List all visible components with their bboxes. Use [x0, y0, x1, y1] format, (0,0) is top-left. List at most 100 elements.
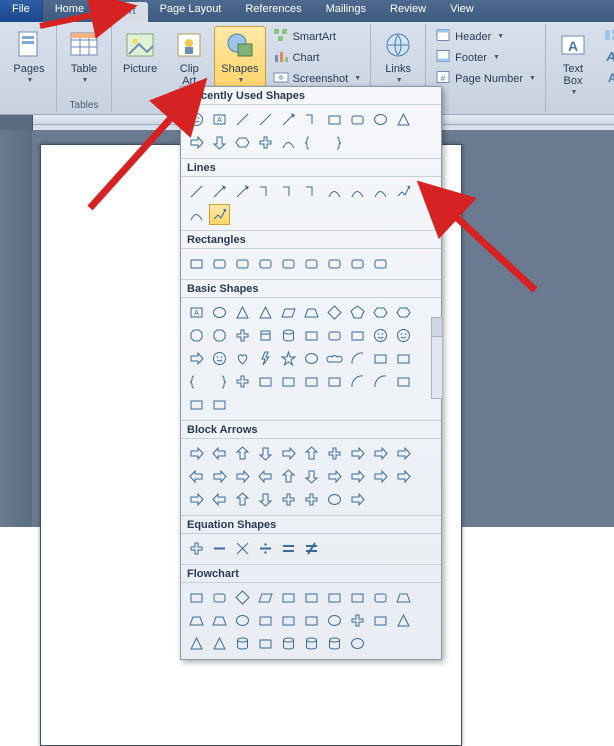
shape-magnetic[interactable] [301, 633, 322, 654]
shape-elbow[interactable] [301, 109, 322, 130]
shape-left[interactable] [209, 443, 230, 464]
shape-curve-double[interactable] [370, 181, 391, 202]
table-button[interactable]: Table ▼ [61, 26, 107, 87]
shape-line-double[interactable] [232, 181, 253, 202]
shape-donut[interactable] [370, 325, 391, 346]
shape-or[interactable] [347, 610, 368, 631]
tab-review[interactable]: Review [378, 0, 438, 22]
shape-plus[interactable] [255, 132, 276, 153]
shape-collate[interactable] [370, 610, 391, 631]
shape-curveleft[interactable] [255, 466, 276, 487]
shape-diamond[interactable] [324, 302, 345, 323]
shape-cloud[interactable] [324, 348, 345, 369]
shape-ellipse[interactable] [209, 302, 230, 323]
shape-callout-d[interactable] [255, 489, 276, 510]
shape-sun[interactable] [278, 348, 299, 369]
shape-manual-input[interactable] [186, 610, 207, 631]
shape-line-arrow[interactable] [209, 181, 230, 202]
shape-scribble[interactable] [186, 204, 207, 225]
shape-preparation[interactable] [393, 587, 414, 608]
shape-snipdiag[interactable] [278, 253, 299, 274]
shape-pentagon-arrow[interactable] [370, 466, 391, 487]
shape-terminator[interactable] [370, 587, 391, 608]
shape-equals[interactable] [278, 538, 299, 559]
shape-process[interactable] [186, 587, 207, 608]
shape-rect[interactable] [324, 109, 345, 130]
shape-smiley[interactable] [209, 348, 230, 369]
shape-sort[interactable] [393, 610, 414, 631]
dropcap-button[interactable]: A Drop Cap ▼ [598, 68, 614, 89]
shape-arc[interactable] [278, 132, 299, 153]
shape-decision[interactable] [232, 587, 253, 608]
tab-view[interactable]: View [438, 0, 486, 22]
shape-line[interactable] [232, 109, 253, 130]
shape-curvedown[interactable] [301, 466, 322, 487]
shape-arrow[interactable] [278, 109, 299, 130]
shape-decagon[interactable] [209, 325, 230, 346]
shape-lightning[interactable] [255, 348, 276, 369]
shape-manual-op[interactable] [209, 610, 230, 631]
shape-brace-r[interactable] [324, 132, 345, 153]
shape-callout-u[interactable] [232, 489, 253, 510]
shape-document[interactable] [324, 587, 345, 608]
page-number-button[interactable]: # Page Number ▼ [430, 68, 541, 89]
shape-roundrect[interactable] [209, 253, 230, 274]
shape-brace-l[interactable] [301, 132, 322, 153]
shape-leftrightup[interactable] [347, 443, 368, 464]
shape-textbox[interactable]: A [186, 302, 207, 323]
shape-callout-r[interactable] [186, 489, 207, 510]
shape-curveup[interactable] [278, 466, 299, 487]
shape-pentagon[interactable] [347, 302, 368, 323]
shape-updown[interactable] [301, 443, 322, 464]
shape-delay[interactable] [255, 633, 276, 654]
shape-elbow[interactable] [255, 181, 276, 202]
pages-button[interactable]: Pages ▼ [6, 26, 52, 87]
smartart-button[interactable]: SmartArt [268, 26, 367, 47]
shape-leftup[interactable] [186, 466, 207, 487]
shape-folded[interactable] [347, 325, 368, 346]
shape-cube[interactable] [301, 325, 322, 346]
shape-circular[interactable] [324, 489, 345, 510]
shape-frame[interactable] [255, 371, 276, 392]
shape-smiley[interactable] [186, 109, 207, 130]
shape-rect[interactable] [186, 253, 207, 274]
shape-corner[interactable] [209, 394, 230, 415]
shape-freeform[interactable] [393, 181, 414, 202]
links-button[interactable]: Links ▼ [375, 26, 421, 87]
shape-halfframe[interactable] [278, 371, 299, 392]
shape-multiply[interactable] [232, 538, 253, 559]
shape-summing[interactable] [324, 610, 345, 631]
tab-references[interactable]: References [233, 0, 313, 22]
shape-data[interactable] [255, 587, 276, 608]
tab-file[interactable]: File [0, 0, 43, 22]
shape-blockarc[interactable] [186, 348, 207, 369]
shape-can[interactable] [255, 325, 276, 346]
shape-predef[interactable] [278, 587, 299, 608]
tab-insert[interactable]: Insert [96, 2, 148, 22]
shape-right[interactable] [186, 443, 207, 464]
shape-lshape[interactable] [301, 371, 322, 392]
shape-moon[interactable] [301, 348, 322, 369]
shape-direct[interactable] [324, 633, 345, 654]
shape-extract[interactable] [186, 633, 207, 654]
shape-line-2[interactable] [255, 109, 276, 130]
shape-callout-l[interactable] [209, 489, 230, 510]
shape-swoosh[interactable] [347, 489, 368, 510]
shape-leftright[interactable] [278, 443, 299, 464]
shape-connector[interactable] [232, 610, 253, 631]
shape-notched[interactable] [347, 466, 368, 487]
shape-down[interactable] [255, 443, 276, 464]
shape-octagon[interactable] [186, 325, 207, 346]
shape-divide[interactable] [255, 538, 276, 559]
shape-heart[interactable] [232, 348, 253, 369]
shape-textbox[interactable]: A [209, 109, 230, 130]
shape-cylinder[interactable] [278, 325, 299, 346]
shape-elbow-double[interactable] [301, 181, 322, 202]
shape-display[interactable] [347, 633, 368, 654]
shape-bracket-r[interactable] [393, 348, 414, 369]
shape-triangle[interactable] [393, 109, 414, 130]
header-button[interactable]: Header ▼ [430, 26, 541, 47]
shape-brace-r[interactable] [209, 371, 230, 392]
shape-internal[interactable] [301, 587, 322, 608]
shape-plus[interactable] [232, 325, 253, 346]
